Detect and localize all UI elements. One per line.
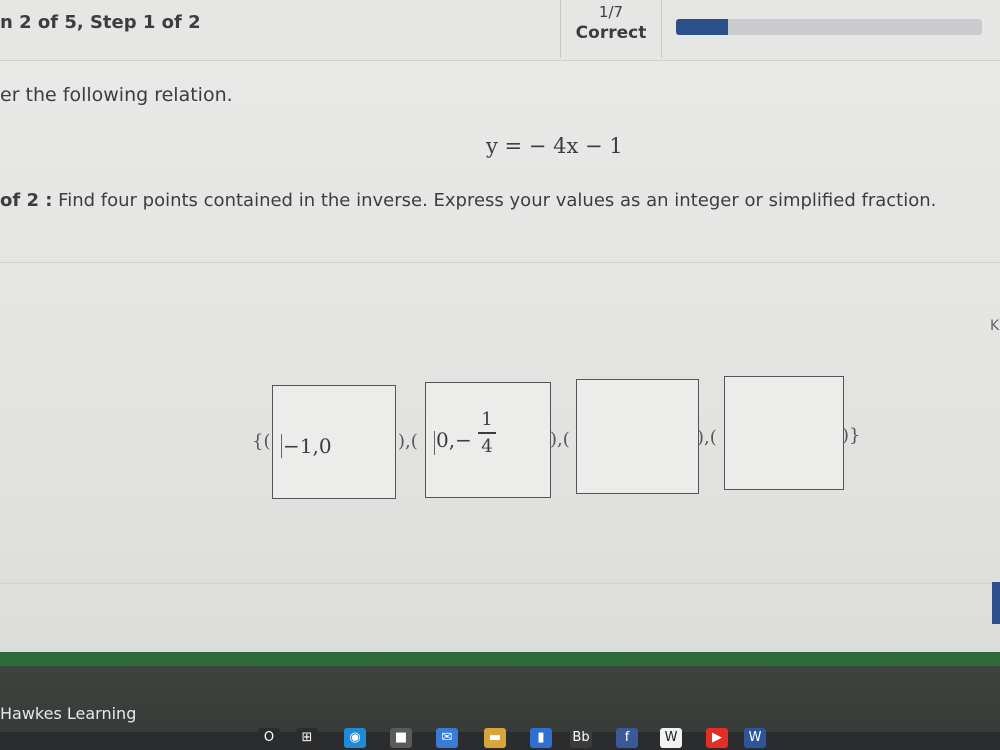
point-input-2[interactable]: 0,− 1 4: [425, 382, 551, 498]
footer-brand: Hawkes Learning: [0, 704, 137, 723]
fraction: 1 4: [478, 409, 496, 457]
task-view-icon[interactable]: ⊞: [296, 728, 318, 748]
store-icon[interactable]: ■: [390, 728, 412, 748]
step-text: Find four points contained in the invers…: [52, 190, 937, 211]
bookmark-icon[interactable]: ▮: [530, 728, 552, 748]
youtube-icon[interactable]: ▶: [706, 728, 728, 748]
footer-accent: [0, 652, 1000, 666]
step-title: n 2 of 5, Step 1 of 2: [0, 12, 201, 33]
top-bar: n 2 of 5, Step 1 of 2 1/7 Correct: [0, 0, 1000, 61]
progress-bar: [676, 19, 982, 35]
edge-browser-icon[interactable]: ◉: [344, 728, 366, 748]
fraction-numerator: 1: [481, 409, 493, 430]
relation-equation: y = − 4x − 1: [486, 134, 623, 158]
point-separator-1: ),(: [398, 431, 418, 452]
set-open-brace: {(: [252, 431, 271, 452]
text-cursor: [281, 434, 282, 458]
wikipedia-icon[interactable]: W: [660, 728, 682, 748]
score-box: 1/7 Correct: [560, 0, 662, 58]
step-instruction: of 2 : Find four points contained in the…: [0, 190, 936, 211]
question-prompt: er the following relation.: [0, 84, 233, 106]
text-cursor: [434, 431, 435, 455]
search-icon[interactable]: O: [258, 728, 280, 748]
set-close-brace: )}: [842, 425, 861, 446]
answer-area: {( −1,0 ),( 0,− 1 4 ),( ),( )}: [0, 263, 1000, 583]
progress-fill: [676, 19, 729, 35]
point-1-value: −1,0: [283, 434, 332, 458]
point-input-3[interactable]: [576, 379, 699, 494]
score-fraction: 1/7: [598, 3, 624, 21]
side-button[interactable]: [992, 582, 1000, 624]
divider: [0, 583, 1000, 584]
score-label: Correct: [575, 23, 647, 43]
edge-letter: K: [990, 318, 1000, 334]
point-separator-3: ),(: [697, 427, 717, 448]
fraction-bar: [478, 432, 496, 434]
point-2-value: 0,−: [436, 428, 472, 452]
mail-icon[interactable]: ✉: [436, 728, 458, 748]
point-input-4[interactable]: [724, 376, 844, 490]
blackboard-icon[interactable]: Bb: [570, 728, 592, 748]
fraction-denominator: 4: [481, 435, 493, 457]
file-explorer-icon[interactable]: ▬: [484, 728, 506, 748]
page: n 2 of 5, Step 1 of 2 1/7 Correct er the…: [0, 0, 1000, 750]
step-prefix: of 2 :: [0, 190, 53, 211]
point-input-1[interactable]: −1,0: [272, 385, 396, 499]
facebook-icon[interactable]: f: [616, 728, 638, 748]
point-separator-2: ),(: [550, 429, 570, 450]
word-icon[interactable]: W: [744, 728, 766, 748]
